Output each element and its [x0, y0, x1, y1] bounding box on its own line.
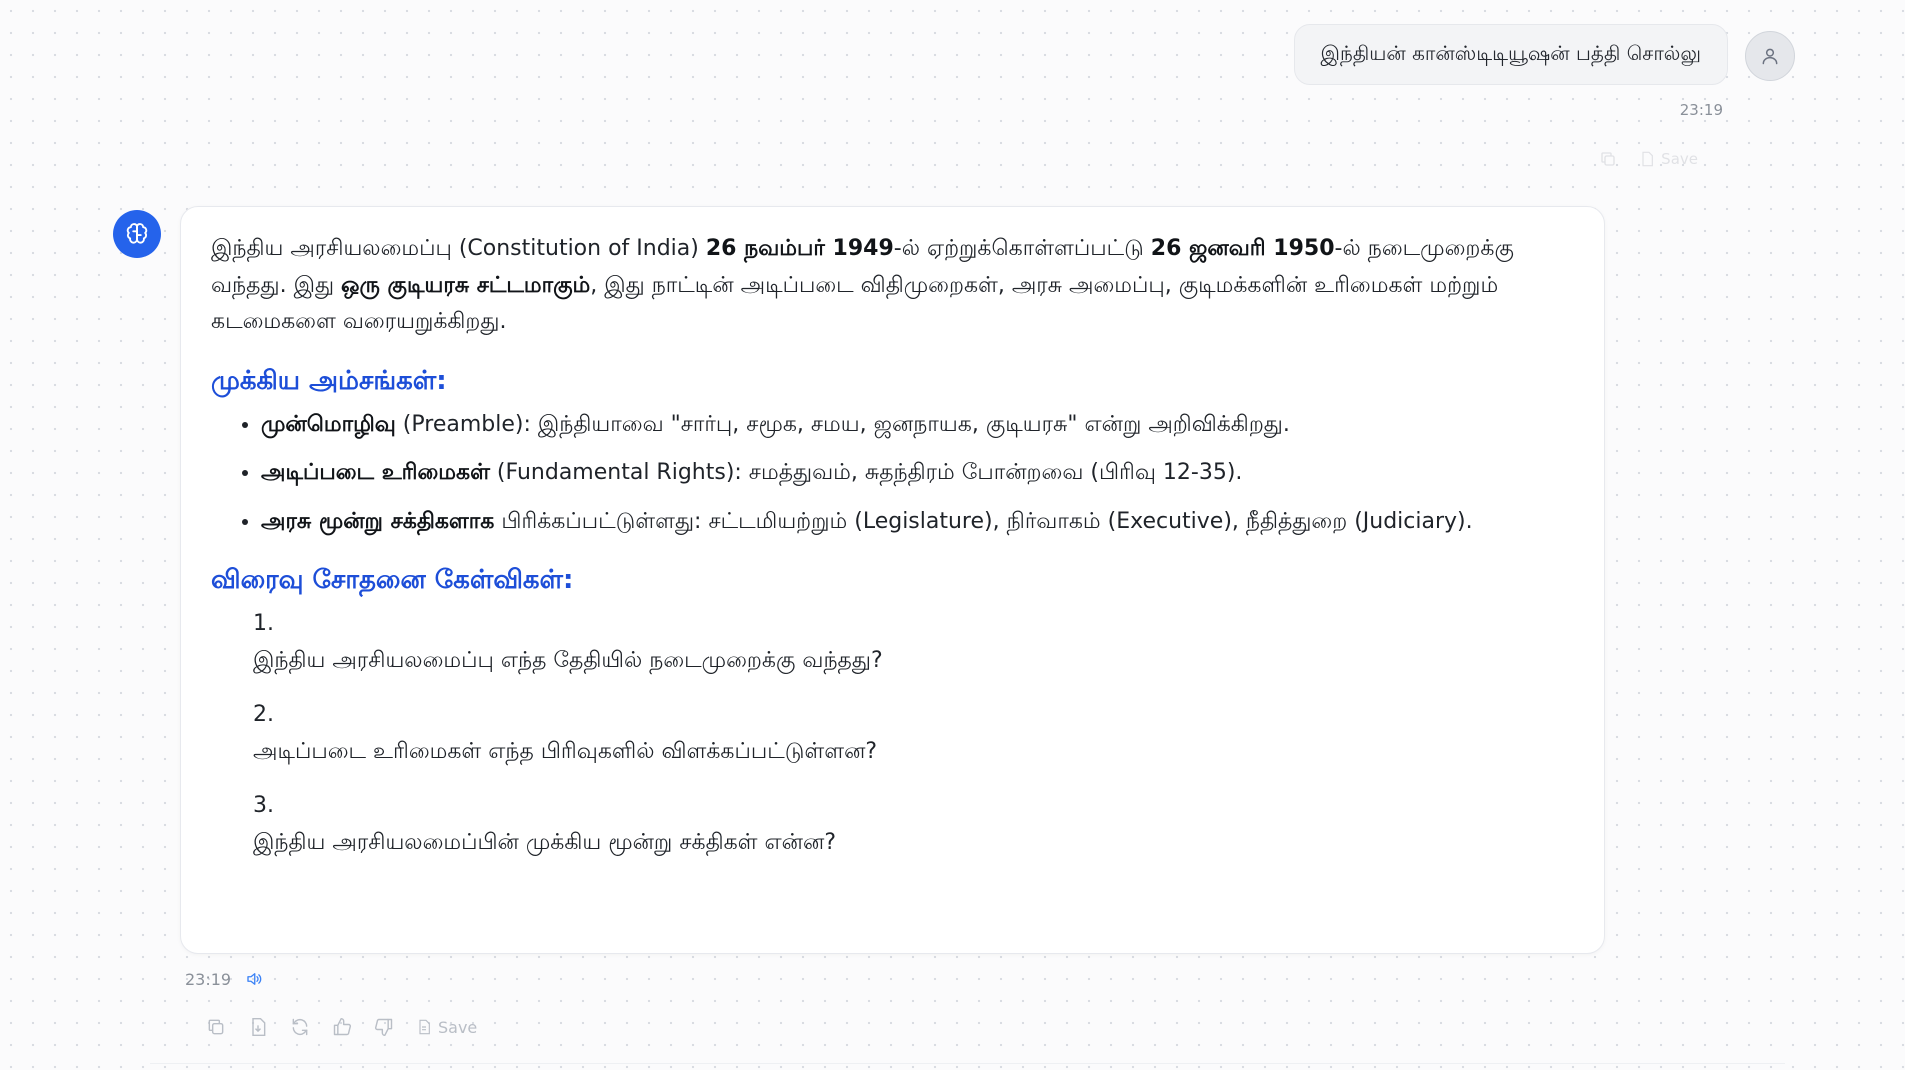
list-item: 3. இந்திய அரசியலமைப்பின் முக்கிய மூன்று ச…: [253, 793, 837, 855]
copy-icon: [1601, 152, 1615, 166]
speaker-icon: [247, 973, 262, 985]
assistant-message-actions: Save: [206, 1017, 477, 1037]
save-button[interactable]: Save: [416, 1018, 477, 1037]
copy-icon: [208, 1019, 224, 1035]
user-icon: [1762, 48, 1778, 65]
list-item: 2. அடிப்படை உரிமைகள் எந்த பிரிவுகளில் விள…: [253, 702, 878, 764]
export-button[interactable]: [248, 1017, 268, 1037]
list-item: முன்மொழிவு (Preamble): இந்தியாவை "சார்பு…: [261, 407, 1566, 444]
intro-paragraph: இந்திய அரசியலமைப்பு (Constitution of Ind…: [211, 236, 1514, 334]
document-icon: [419, 1019, 430, 1035]
copy-button[interactable]: [206, 1017, 226, 1037]
thumbs-up-icon: [333, 1017, 352, 1036]
thumbs-down-icon: [374, 1018, 393, 1037]
list-item: அடிப்படை உரிமைகள் (Fundamental Rights): …: [261, 455, 1566, 492]
read-aloud-button[interactable]: [244, 970, 264, 992]
dislike-button[interactable]: [374, 1017, 394, 1037]
regenerate-button[interactable]: [290, 1017, 310, 1037]
like-button[interactable]: [332, 1017, 352, 1037]
section-heading-features: முக்கிய அம்சங்கள்:: [211, 365, 447, 396]
export-icon: [252, 1017, 266, 1037]
assistant-message-card: இந்திய அரசியலமைப்பு (Constitution of Ind…: [180, 206, 1605, 954]
user-message-time: 23:19: [1679, 101, 1723, 119]
save-label: Save: [1661, 150, 1698, 168]
save-label: Save: [438, 1017, 478, 1037]
list-item: அரசு மூன்று சக்திகளாக பிரிக்கப்பட்டுள்ளத…: [261, 504, 1566, 541]
user-message-bubble: இந்தியன் கான்ஸ்டிடியூஷன் பத்தி சொல்லு: [1293, 24, 1728, 85]
user-avatar: [1745, 31, 1795, 81]
user-message-text: இந்தியன் கான்ஸ்டிடியூஷன் பத்தி சொல்லு: [1320, 41, 1701, 65]
document-icon: [1642, 151, 1654, 167]
features-list: முன்மொழிவு (Preamble): இந்தியாவை "சார்பு…: [211, 407, 1566, 541]
quiz-list: 1. இந்திய அரசியலமைப்பு எந்த தேதியில் நடைம…: [211, 606, 1566, 861]
divider: [150, 1063, 1785, 1064]
copy-button[interactable]: [1599, 150, 1617, 168]
assistant-avatar: [113, 210, 161, 258]
assistant-message-time: 23:19: [185, 970, 232, 989]
save-button[interactable]: Save: [1639, 150, 1698, 168]
user-message-actions: Save: [1599, 150, 1698, 168]
list-item: 1. இந்திய அரசியலமைப்பு எந்த தேதியில் நடைம…: [253, 611, 883, 673]
refresh-icon: [292, 1018, 308, 1036]
section-heading-quiz: விரைவு சோதனை கேள்விகள்:: [211, 565, 574, 595]
brain-icon: [126, 223, 148, 244]
